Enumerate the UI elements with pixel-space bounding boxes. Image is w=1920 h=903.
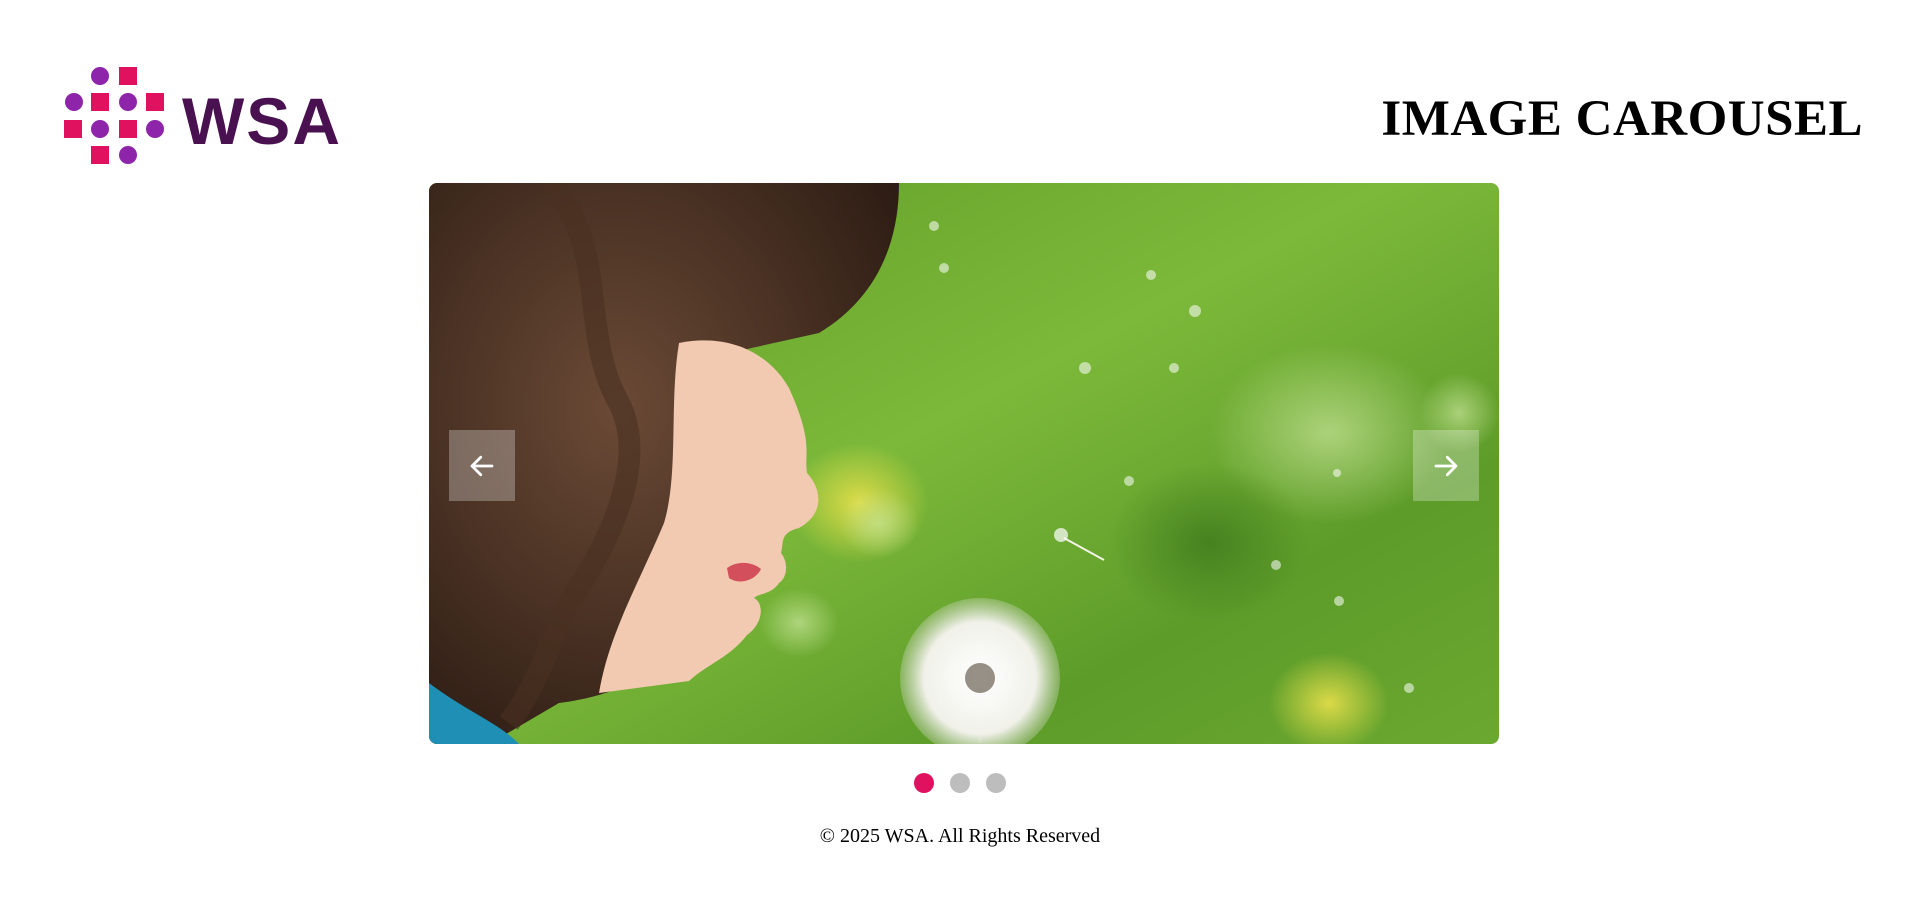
logo-wordmark: WSA: [182, 84, 342, 158]
carousel-dot-2[interactable]: [950, 773, 970, 793]
image-carousel: [429, 183, 1499, 744]
next-slide-button[interactable]: [1413, 430, 1479, 501]
carousel-slide-image: [429, 183, 1499, 744]
footer-copyright: © 2025 WSA. All Rights Reserved: [819, 825, 1101, 847]
carousel-pagination: [0, 773, 1920, 797]
dot-grid-logo-icon: WSA: [64, 67, 342, 164]
arrow-right-icon: [1434, 455, 1458, 476]
wsa-logo[interactable]: WSA: [62, 64, 372, 174]
carousel-dot-1[interactable]: [914, 773, 934, 793]
page-title: IMAGE CAROUSEL: [1381, 91, 1863, 147]
previous-slide-button[interactable]: [449, 430, 515, 501]
carousel-dot-3[interactable]: [986, 773, 1006, 793]
arrow-left-icon: [470, 455, 494, 476]
